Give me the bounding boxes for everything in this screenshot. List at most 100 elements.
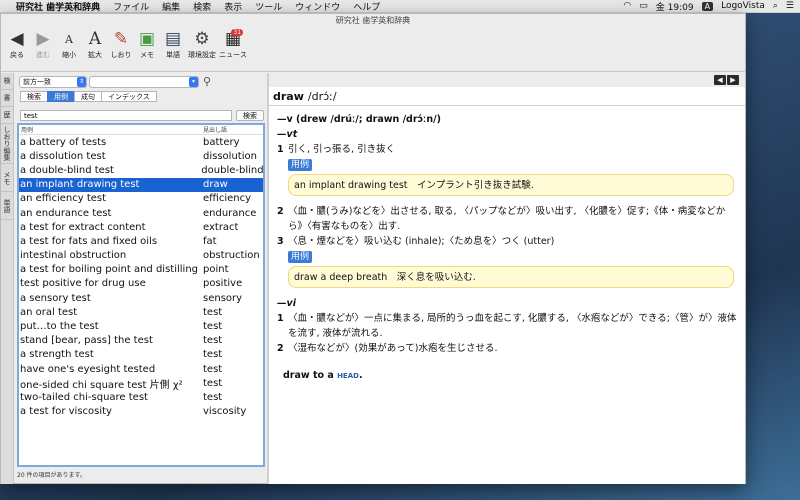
wordbook-button[interactable]: ▤ 単語 xyxy=(161,28,185,60)
headword-cell: test xyxy=(203,321,223,333)
side-tab-history[interactable]: 歴 xyxy=(1,107,13,124)
vi-sense-1: 1 〈血・膿などが〉一点に集まる, 局所的うっ血を起こす, 化膿する, 〈水疱な… xyxy=(277,311,737,341)
table-row[interactable]: a test for extract content extract xyxy=(19,220,263,234)
settings-button[interactable]: ⚙ 環境設定 xyxy=(187,28,217,60)
pos-vi: —vi xyxy=(277,298,296,309)
control-center-icon[interactable]: ☰ xyxy=(786,1,794,11)
table-row[interactable]: have one's eyesight tested test xyxy=(19,362,263,376)
table-row[interactable]: a double-blind test double-blind xyxy=(19,163,263,177)
headword-cell: dissolution xyxy=(203,150,257,162)
query-row: 検索 xyxy=(20,110,264,121)
window-title: 研究社 歯学英和辞典 xyxy=(335,15,411,25)
bookmark-button[interactable]: ✎ しおり xyxy=(109,28,133,60)
shrink-label: 縮小 xyxy=(62,51,76,59)
headword-cell: test xyxy=(203,363,223,375)
example-cell: a test for viscosity xyxy=(20,406,112,418)
table-row[interactable]: two-tailed chi-square test test xyxy=(19,390,263,404)
memo-button[interactable]: ▣ メモ xyxy=(135,28,159,60)
example-cell: intestinal obstruction xyxy=(20,250,127,262)
table-row[interactable]: one-sided chi square test 片側 χ² test xyxy=(19,376,263,391)
forward-button[interactable]: ▶ 進む xyxy=(31,28,55,60)
spotlight-icon[interactable]: ⌕ xyxy=(773,1,778,11)
side-tab-bookmarks[interactable]: しおり編集 xyxy=(1,124,13,164)
table-row[interactable]: an oral test test xyxy=(19,305,263,319)
clock[interactable]: 金 19:09 xyxy=(656,0,694,13)
shrink-font-button[interactable]: A 縮小 xyxy=(57,28,81,60)
menu-tools[interactable]: ツール xyxy=(255,0,282,13)
search-button[interactable]: 検索 xyxy=(236,110,264,121)
menu-window[interactable]: ウィンドウ xyxy=(295,0,340,13)
sense-2: 2 〈血・膿(うみ)などを〉出させる, 取る, 〈パップなどが〉吸い出す, 〈化… xyxy=(277,204,737,234)
app-menu-extra[interactable]: LogoVista xyxy=(721,1,765,11)
menu-help[interactable]: ヘルプ xyxy=(353,0,380,13)
table-row[interactable]: a battery of tests battery xyxy=(19,135,263,149)
headword-cell: viscosity xyxy=(203,406,247,418)
column-header-example[interactable]: 用例 xyxy=(19,125,201,134)
table-row[interactable]: an efficiency test efficiency xyxy=(19,192,263,206)
search-icon[interactable]: ⚲ xyxy=(203,75,211,88)
status-text: 20 件の項目があります。 xyxy=(17,472,86,479)
match-mode-value: 前方一致 xyxy=(23,77,51,86)
idiom-crossref[interactable]: HEAD xyxy=(337,372,359,380)
headword-bar: draw /drɔ́ː/ xyxy=(269,87,745,106)
next-entry-icon[interactable]: ▶ xyxy=(727,75,739,85)
tab-search[interactable]: 検索 xyxy=(20,91,48,102)
menu-app-name[interactable]: 研究社 歯学英和辞典 xyxy=(16,0,100,13)
side-tab-books[interactable]: 書 xyxy=(1,90,13,107)
table-row[interactable]: a test for viscosity viscosity xyxy=(19,405,263,419)
table-row[interactable]: a test for fats and fixed oils fat xyxy=(19,234,263,248)
wifi-icon[interactable]: ◠ xyxy=(623,1,631,11)
example-label: 用例 xyxy=(288,159,313,171)
bookmark-icon: ✎ xyxy=(113,29,129,49)
menu-edit[interactable]: 編集 xyxy=(162,0,180,13)
memo-icon: ▣ xyxy=(138,29,156,49)
table-row[interactable]: a sensory test sensory xyxy=(19,291,263,305)
dictionary-select[interactable]: ▾ xyxy=(89,75,199,88)
example-cell: a test for fats and fixed oils xyxy=(20,235,158,247)
match-mode-select[interactable]: 前方一致 ⇕ xyxy=(19,75,87,88)
table-row[interactable]: stand [bear, pass] the test test xyxy=(19,334,263,348)
side-tab-memo[interactable]: メモ xyxy=(1,164,13,192)
tab-index[interactable]: インデックス xyxy=(101,91,157,102)
sense-text: 〈息・煙などを〉吸い込む (inhale);〈ため息を〉つく (utter) xyxy=(288,236,555,247)
entry-nav: ◀ ▶ xyxy=(713,75,739,85)
menu-view[interactable]: 表示 xyxy=(224,0,242,13)
sense-number: 1 xyxy=(277,313,284,324)
settings-label: 環境設定 xyxy=(188,51,216,59)
table-row[interactable]: test positive for drug use positive xyxy=(19,277,263,291)
search-input[interactable] xyxy=(20,110,232,121)
example-cell: have one's eyesight tested xyxy=(20,363,156,375)
input-method-icon[interactable]: A xyxy=(701,1,714,11)
table-row[interactable]: a test for boiling point and distilling p… xyxy=(19,263,263,277)
news-button[interactable]: ▦ 31 ニュース xyxy=(219,28,247,60)
side-tab-words[interactable]: 単語 xyxy=(1,192,13,220)
menu-file[interactable]: ファイル xyxy=(113,0,149,13)
prev-entry-icon[interactable]: ◀ xyxy=(714,75,726,85)
table-row[interactable]: an endurance test endurance xyxy=(19,206,263,220)
table-row[interactable]: put…to the test test xyxy=(19,319,263,333)
vi-sense-2: 2 〈湿布などが〉(効果があって)水疱を生じさせる. xyxy=(277,341,737,356)
headword-cell: draw xyxy=(203,179,228,191)
side-tab-search[interactable]: 検 xyxy=(1,73,13,90)
table-row[interactable]: a dissolution test dissolution xyxy=(19,149,263,163)
news-badge: 31 xyxy=(231,29,244,36)
sense-text: 〈血・膿などが〉一点に集まる, 局所的うっ血を起こす, 化膿する, 〈水疱などが… xyxy=(288,313,737,339)
tab-idioms[interactable]: 成句 xyxy=(74,91,102,102)
tab-examples[interactable]: 用例 xyxy=(47,91,75,102)
table-row[interactable]: a strength test test xyxy=(19,348,263,362)
entry-nav-bar: ◀ ▶ xyxy=(269,73,745,87)
idiom-link[interactable]: draw to a HEAD. xyxy=(277,368,737,384)
table-row[interactable]: an implant drawing test draw xyxy=(19,177,263,192)
column-header-headword[interactable]: 見出し語 xyxy=(201,125,227,134)
screen-icon[interactable]: ▭ xyxy=(639,1,648,11)
enlarge-font-button[interactable]: A 拡大 xyxy=(83,28,107,60)
sense-text: 引く, 引っ張る, 引き抜く xyxy=(288,144,396,155)
menu-search[interactable]: 検索 xyxy=(193,0,211,13)
headword-cell: test xyxy=(203,391,223,403)
back-button[interactable]: ◀ 戻る xyxy=(5,28,29,60)
sense-number: 1 xyxy=(277,144,284,155)
pos-vt: —vt xyxy=(277,129,298,140)
table-row[interactable]: intestinal obstruction obstruction xyxy=(19,249,263,263)
example-cell: a sensory test xyxy=(20,292,91,304)
results-list[interactable]: 用例 見出し語 a battery of tests battery a disso… xyxy=(17,123,265,467)
